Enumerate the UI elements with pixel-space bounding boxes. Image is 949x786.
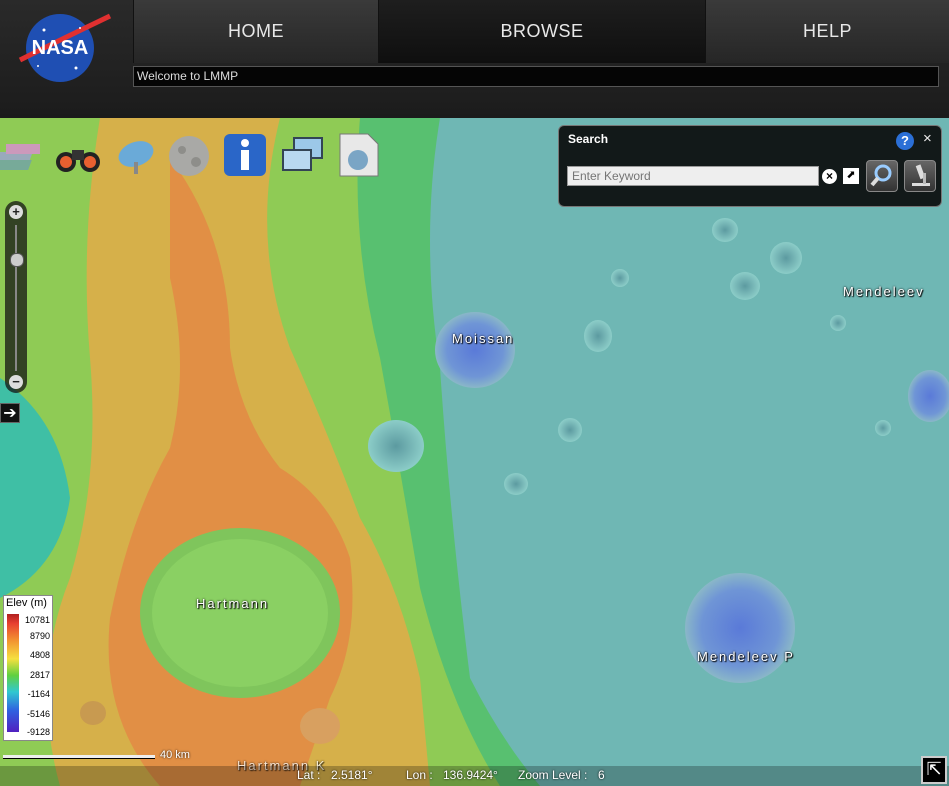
magnifier-icon [870, 164, 892, 187]
moon-icon[interactable] [166, 132, 212, 178]
coordinate-readout: Lat : 2.5181° Lon : 136.9424° Zoom Level… [0, 766, 949, 786]
legend-title: Elev (m) [6, 597, 47, 609]
map-view[interactable]: + − ➔ Search ? × × ⬈ Moissan Mendeleev H… [0, 118, 949, 786]
legend-value: 2817 [29, 670, 50, 680]
expand-corner-icon[interactable]: ⇱ [921, 756, 947, 784]
crater-label-moissan: Moissan [452, 331, 515, 346]
expand-icon[interactable]: ⬈ [843, 168, 859, 184]
zoom-in-button[interactable]: + [9, 205, 23, 219]
scale-label: 40 km [160, 749, 190, 761]
legend-value: -9128 [26, 727, 50, 737]
nav-help[interactable]: HELP [705, 0, 949, 63]
status-message: Welcome to LMMP [133, 66, 939, 87]
legend-value: -1164 [27, 689, 50, 699]
panel-toggle-arrow-icon[interactable]: ➔ [0, 403, 20, 423]
elevation-legend: Elev (m) 10781 8790 4808 2817 -1164 -514… [3, 595, 53, 741]
zoom-control: + − [5, 201, 27, 393]
lon-value: 136.9424° [443, 768, 498, 782]
search-panel: Search ? × × ⬈ [558, 125, 942, 207]
lat-value: 2.5181° [331, 768, 373, 782]
clear-icon[interactable]: × [822, 169, 837, 184]
binoculars-icon[interactable] [54, 132, 100, 178]
lon-label: Lon : [406, 768, 433, 782]
app-header: NASA HOME BROWSE HELP Welcome to LMMP [0, 0, 949, 114]
zoom-out-button[interactable]: − [9, 375, 23, 389]
monitors-icon[interactable] [280, 132, 326, 178]
nav-home[interactable]: HOME [133, 0, 378, 63]
nasa-logo-text: NASA [32, 37, 89, 59]
microscope-icon [912, 164, 930, 186]
legend-value: 10781 [24, 615, 50, 625]
lat-label: Lat : [297, 768, 321, 782]
layers-icon[interactable] [0, 132, 46, 178]
search-panel-title: Search [568, 132, 609, 146]
legend-value: -5146 [26, 709, 50, 719]
crater-label-hartmann: Hartmann [196, 596, 270, 611]
terrain-image [0, 118, 949, 786]
search-input[interactable] [567, 166, 819, 186]
close-icon[interactable]: × [923, 130, 932, 147]
www-document-icon[interactable] [336, 132, 382, 178]
scale-bar [3, 755, 155, 759]
crater-label-mendeleev-p: Mendeleev P [697, 649, 795, 664]
crater-label-mendeleev: Mendeleev [843, 284, 925, 299]
zoom-level-label: Zoom Level : [518, 768, 588, 782]
search-button[interactable] [866, 160, 898, 192]
zoom-slider-handle[interactable] [10, 253, 24, 267]
nav-browse[interactable]: BROWSE [378, 0, 705, 63]
info-icon[interactable] [222, 132, 268, 178]
zoom-slider-track[interactable] [15, 225, 17, 371]
advanced-search-button[interactable] [904, 160, 936, 192]
help-icon[interactable]: ? [896, 132, 914, 150]
legend-value: 8790 [29, 631, 50, 641]
legend-value: 4808 [29, 650, 50, 660]
legend-color-bar [7, 614, 19, 732]
satellite-dish-icon[interactable] [114, 132, 160, 178]
zoom-level-value: 6 [598, 768, 605, 782]
nasa-logo[interactable]: NASA [14, 8, 120, 88]
